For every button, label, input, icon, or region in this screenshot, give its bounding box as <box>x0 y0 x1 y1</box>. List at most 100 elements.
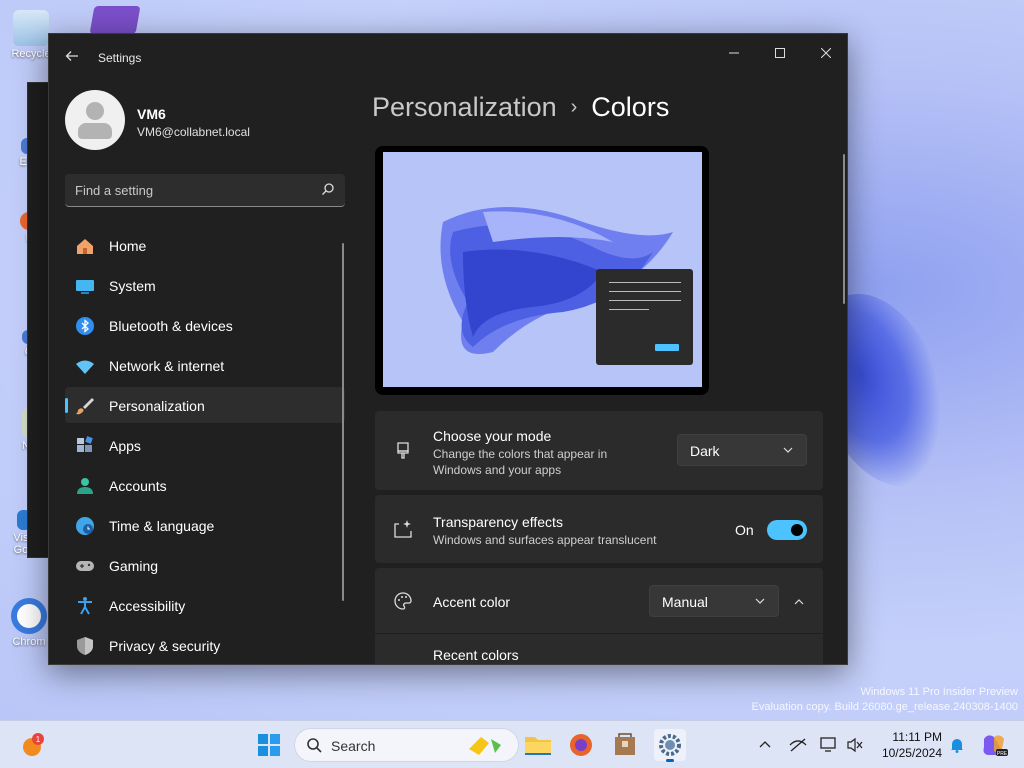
mode-dropdown[interactable]: Dark <box>677 434 807 466</box>
recycle-bin-icon <box>13 10 49 46</box>
shield-icon <box>77 637 93 655</box>
desktop-icon-chrome[interactable]: Chrom <box>4 598 54 648</box>
sidebar-item-system[interactable]: System <box>65 267 345 303</box>
network-icon[interactable] <box>789 737 807 753</box>
recent-colors-label: Recent colors <box>433 647 519 663</box>
user-profile[interactable]: VM6 VM6@collabnet.local <box>65 90 345 154</box>
chevron-up-icon[interactable] <box>758 738 772 752</box>
search-icon <box>307 738 322 753</box>
system-clock[interactable]: 11:11 PM 10/25/2024 <box>876 729 942 761</box>
folder-icon <box>525 737 551 755</box>
accent-dropdown[interactable]: Manual <box>649 585 779 617</box>
weather-widget[interactable]: 1 <box>18 729 50 761</box>
sparkle-window-icon <box>394 520 412 538</box>
copilot-button[interactable]: PRE <box>978 729 1010 761</box>
notification-bell-icon[interactable] <box>949 737 965 753</box>
person-icon <box>77 478 93 494</box>
sidebar-item-time-language[interactable]: Time & language <box>65 507 345 543</box>
breadcrumb-parent[interactable]: Personalization <box>372 92 557 122</box>
svg-text:1: 1 <box>36 735 41 744</box>
paintbrush-icon <box>397 442 409 459</box>
profile-name: VM6 <box>137 106 166 122</box>
firefox-button[interactable] <box>565 729 597 761</box>
maximize-icon <box>775 48 785 58</box>
preview-window <box>596 269 693 365</box>
taskbar: 1 Search 11:11 PM 10/25/2024 PRE <box>0 720 1024 768</box>
arrow-left-icon <box>65 51 78 61</box>
minimize-icon <box>729 52 739 54</box>
sidebar-item-bluetooth-devices[interactable]: Bluetooth & devices <box>65 307 345 343</box>
watermark-line-2: Evaluation copy. Build 26080.ge_release.… <box>751 701 1018 713</box>
close-button[interactable] <box>803 38 847 68</box>
weather-icon: 1 <box>23 733 44 756</box>
taskbar-search[interactable]: Search <box>294 728 519 762</box>
chrome-icon <box>11 598 47 634</box>
brush-icon <box>76 398 94 415</box>
mode-dropdown-value: Dark <box>690 443 720 459</box>
transparency-title: Transparency effects <box>433 514 563 530</box>
sidebar-item-accounts[interactable]: Accounts <box>65 467 345 503</box>
sidebar-item-privacy-security[interactable]: Privacy & security <box>65 627 345 663</box>
settings-search[interactable] <box>65 174 345 207</box>
palette-icon <box>394 592 412 610</box>
breadcrumb: Personalization › Colors <box>372 92 669 123</box>
firefox-icon <box>570 734 592 756</box>
windows-logo-icon <box>258 734 280 756</box>
preview-wallpaper <box>383 152 702 387</box>
theme-preview <box>375 146 709 395</box>
profile-email: VM6@collabnet.local <box>137 125 250 139</box>
window-title: Settings <box>98 51 142 65</box>
start-button[interactable] <box>253 729 285 761</box>
back-button[interactable] <box>61 48 83 70</box>
avatar <box>65 90 125 150</box>
accessibility-icon <box>78 597 92 615</box>
page-title: Colors <box>591 92 670 122</box>
title-bar[interactable]: Settings <box>49 34 847 82</box>
accent-dropdown-value: Manual <box>662 594 708 610</box>
sidebar-item-gaming[interactable]: Gaming <box>65 547 345 583</box>
chevron-down-icon <box>755 598 765 604</box>
sidebar-item-personalization[interactable]: Personalization <box>65 387 345 423</box>
chevron-down-icon <box>783 447 793 453</box>
sidebar-item-accessibility[interactable]: Accessibility <box>65 587 345 623</box>
store-button[interactable] <box>609 729 641 761</box>
mode-card: Choose your mode Change the colors that … <box>375 411 823 490</box>
accent-card: Accent color Manual Recent colors <box>375 568 823 664</box>
transparency-description: Windows and surfaces appear translucent <box>433 533 657 547</box>
sidebar-item-network-internet[interactable]: Network & internet <box>65 347 345 383</box>
breadcrumb-separator: › <box>570 96 578 118</box>
gear-icon <box>659 734 681 756</box>
accent-title: Accent color <box>433 594 511 610</box>
volume-muted-icon[interactable] <box>846 737 864 753</box>
search-icon <box>322 183 334 195</box>
wifi-icon <box>76 360 94 374</box>
display-icon[interactable] <box>820 737 838 753</box>
search-input[interactable] <box>75 181 305 199</box>
apps-icon <box>77 436 93 452</box>
clock-date: 10/25/2024 <box>881 746 942 760</box>
bluetooth-icon <box>76 317 94 335</box>
settings-window: Settings VM6 VM6@collabnet.local Home Sy… <box>48 33 848 665</box>
copilot-icon: PRE <box>983 735 1008 757</box>
main-scrollbar[interactable] <box>843 154 845 304</box>
package-icon <box>615 733 635 755</box>
sidebar-item-home[interactable]: Home <box>65 227 345 263</box>
maximize-button[interactable] <box>757 38 803 68</box>
globe-clock-icon <box>76 517 94 535</box>
visual-studio-icon[interactable] <box>89 6 141 34</box>
svg-text:PRE: PRE <box>997 751 1008 757</box>
mode-title: Choose your mode <box>433 428 552 444</box>
clock-time: 11:11 PM <box>892 730 942 744</box>
sidebar-scrollbar[interactable] <box>342 243 344 601</box>
settings-taskbar-button[interactable] <box>654 729 686 762</box>
accent-collapse-button[interactable] <box>785 586 813 616</box>
watermark-line-1: Windows 11 Pro Insider Preview <box>860 686 1018 698</box>
mode-description: Change the colors that appear in Windows… <box>433 447 608 477</box>
transparency-card: Transparency effects Windows and surface… <box>375 495 823 563</box>
transparency-toggle[interactable] <box>767 520 807 540</box>
monitor-icon <box>76 280 94 294</box>
sidebar-item-apps[interactable]: Apps <box>65 427 345 463</box>
minimize-button[interactable] <box>711 38 757 68</box>
chevron-up-icon <box>794 599 804 605</box>
file-explorer-button[interactable] <box>522 729 554 761</box>
